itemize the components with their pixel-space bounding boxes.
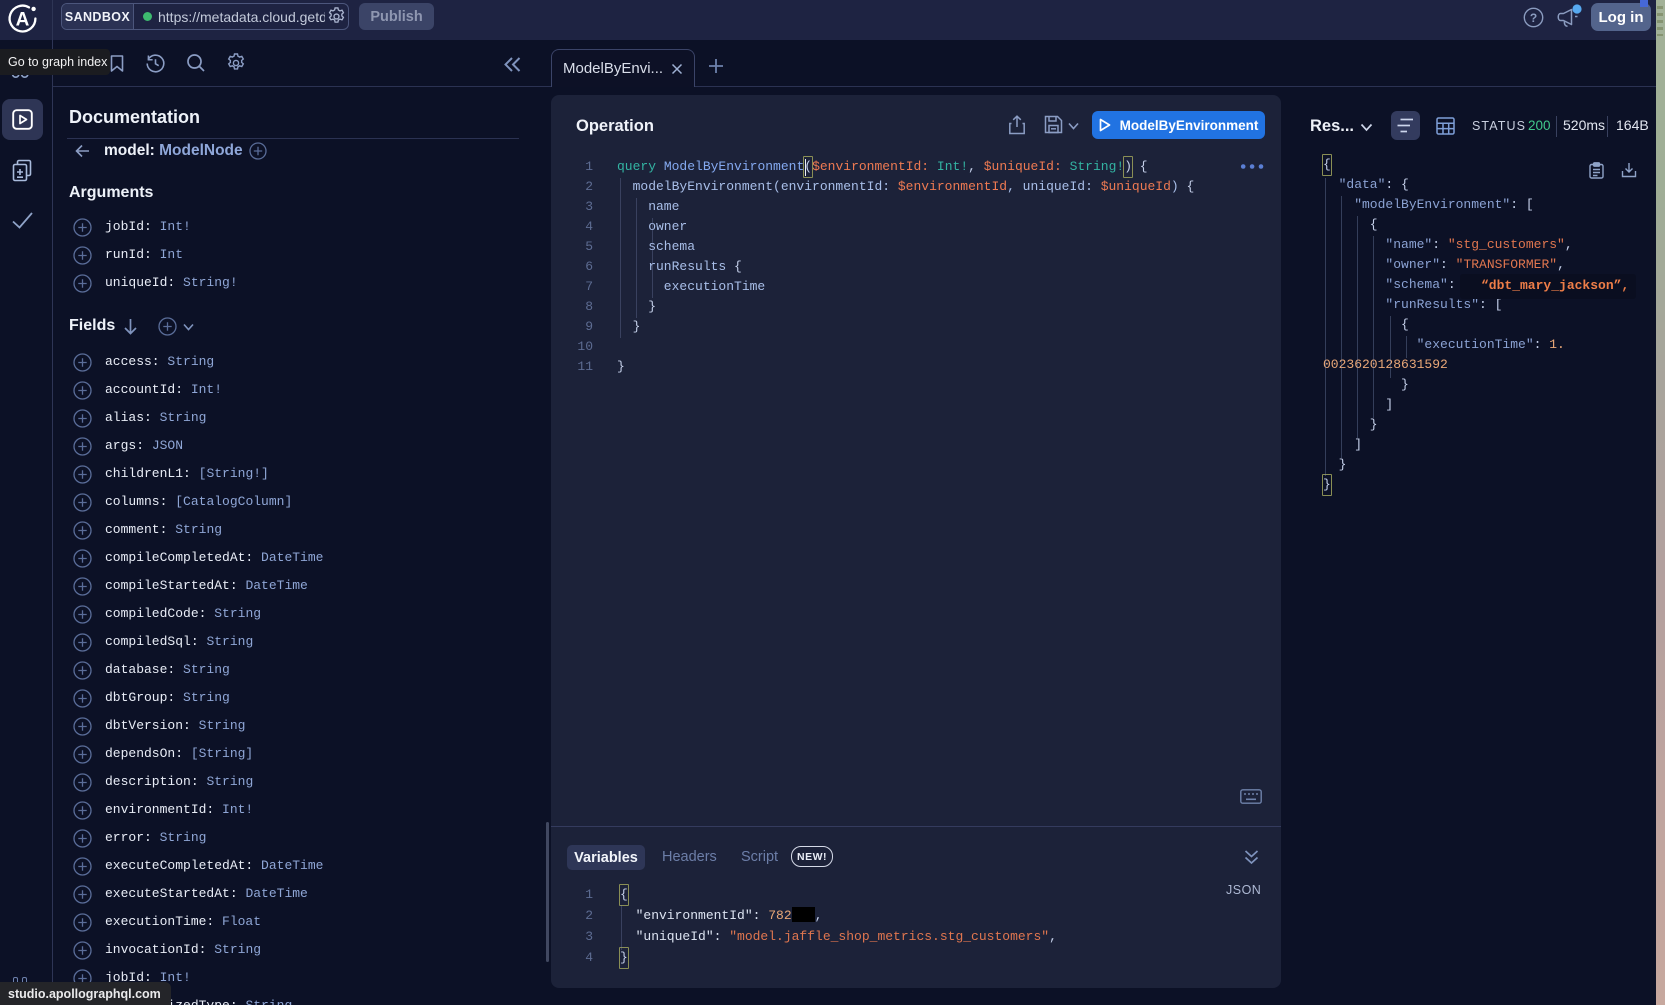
svg-text:A: A	[16, 9, 30, 30]
svg-text:?: ?	[1530, 11, 1537, 25]
